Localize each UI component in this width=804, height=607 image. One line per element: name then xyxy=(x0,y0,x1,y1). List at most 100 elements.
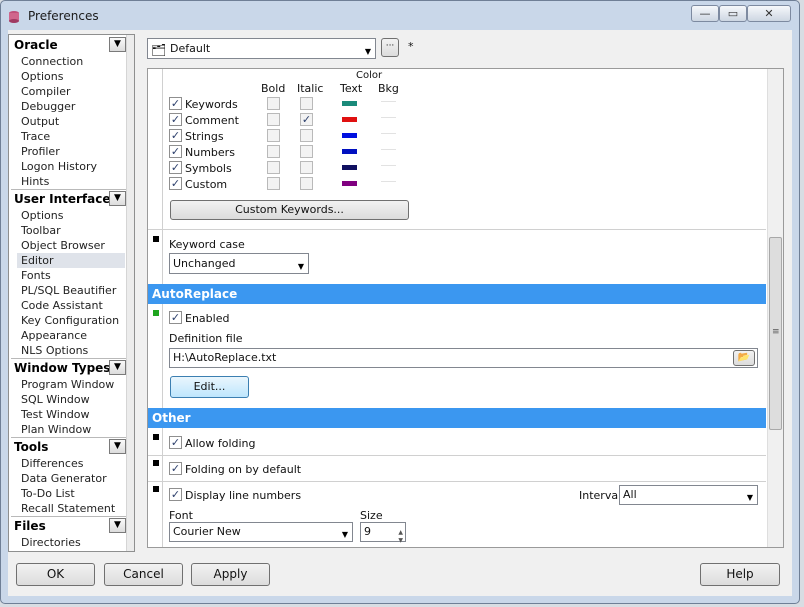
nav-item-output[interactable]: Output xyxy=(21,114,59,129)
nav-item-trace[interactable]: Trace xyxy=(21,129,50,144)
edit-button[interactable]: Edit... xyxy=(170,376,249,398)
collapse-icon[interactable]: ▼ xyxy=(109,191,126,206)
syntax-4-bold-checkbox[interactable] xyxy=(267,161,280,174)
nav-group-user-interface[interactable]: User Interface ▼ xyxy=(11,191,126,207)
syntax-1-bold-checkbox[interactable] xyxy=(267,113,280,126)
syntax-0-bkg-color-swatch[interactable] xyxy=(381,101,396,106)
nav-item-program-window[interactable]: Program Window xyxy=(21,377,114,392)
nav-item-plsql-beautifier[interactable]: PL/SQL Beautifier xyxy=(21,283,116,298)
syntax-0-bold-checkbox[interactable] xyxy=(267,97,280,110)
syntax-1-text-color-swatch[interactable] xyxy=(342,117,357,122)
font-select[interactable]: Courier New ▼ xyxy=(169,522,353,542)
minimize-button[interactable]: — xyxy=(691,5,719,22)
folder-open-icon[interactable]: 📂 xyxy=(733,350,755,366)
collapse-icon[interactable]: ▼ xyxy=(109,518,126,533)
syntax-3-text-color-swatch[interactable] xyxy=(342,149,357,154)
nav-item-hints[interactable]: Hints xyxy=(21,174,49,189)
nav-group-tools[interactable]: Tools ▼ xyxy=(11,439,126,455)
custom-keywords-button[interactable]: Custom Keywords... xyxy=(170,200,409,220)
keyword-case-label: Keyword case xyxy=(169,238,245,251)
cancel-button[interactable]: Cancel xyxy=(104,563,183,586)
syntax-5-bold-checkbox[interactable] xyxy=(267,177,280,190)
syntax-3-enabled-checkbox[interactable]: ✓ xyxy=(169,145,182,158)
nav-item-differences[interactable]: Differences xyxy=(21,456,83,471)
syntax-2-bkg-color-swatch[interactable] xyxy=(381,133,396,138)
nav-item-fonts[interactable]: Fonts xyxy=(21,268,51,283)
nav-group-window-types[interactable]: Window Types ▼ xyxy=(11,360,126,376)
apply-button[interactable]: Apply xyxy=(191,563,270,586)
nav-item-ui-options[interactable]: Options xyxy=(21,208,63,223)
syntax-4-enabled-checkbox[interactable]: ✓ xyxy=(169,161,182,174)
help-button[interactable]: Help xyxy=(700,563,780,586)
syntax-2-bold-checkbox[interactable] xyxy=(267,129,280,142)
size-stepper[interactable]: 9 ▲ ▼ xyxy=(360,522,406,544)
close-button[interactable]: ✕ xyxy=(747,5,791,22)
nav-item-compiler[interactable]: Compiler xyxy=(21,84,71,99)
syntax-1-italic-checkbox[interactable]: ✓ xyxy=(300,113,313,126)
syntax-2-enabled-checkbox[interactable]: ✓ xyxy=(169,129,182,142)
syntax-5-italic-checkbox[interactable] xyxy=(300,177,313,190)
nav-item-appearance[interactable]: Appearance xyxy=(21,328,87,343)
nav-item-key-configuration[interactable]: Key Configuration xyxy=(21,313,119,328)
maximize-button[interactable]: ▭ xyxy=(719,5,747,22)
nav-item-todo-list[interactable]: To-Do List xyxy=(21,486,75,501)
folding-default-checkbox[interactable]: ✓ xyxy=(169,462,182,475)
syntax-0-text-color-swatch[interactable] xyxy=(342,101,357,106)
profile-value: Default xyxy=(170,42,211,55)
collapse-icon[interactable]: ▼ xyxy=(109,360,126,375)
syntax-0-italic-checkbox[interactable] xyxy=(300,97,313,110)
syntax-5-text-color-swatch[interactable] xyxy=(342,181,357,186)
syntax-5-bkg-color-swatch[interactable] xyxy=(381,181,396,186)
nav-item-object-browser[interactable]: Object Browser xyxy=(21,238,105,253)
autoreplace-enabled-checkbox[interactable]: ✓ xyxy=(169,311,182,324)
syntax-2-italic-checkbox[interactable] xyxy=(300,129,313,142)
interval-label: Interval xyxy=(579,489,622,502)
nav-item-code-assistant[interactable]: Code Assistant xyxy=(21,298,103,313)
collapse-icon[interactable]: ▼ xyxy=(109,37,126,52)
ok-button[interactable]: OK xyxy=(16,563,95,586)
profile-select[interactable]: 🗂 Default ▼ xyxy=(147,38,376,59)
nav-item-nls-options[interactable]: NLS Options xyxy=(21,343,88,358)
nav-item-sql-window[interactable]: SQL Window xyxy=(21,392,90,407)
syntax-3-bkg-color-swatch[interactable] xyxy=(381,149,396,154)
syntax-5-enabled-checkbox[interactable]: ✓ xyxy=(169,177,182,190)
syntax-0-enabled-checkbox[interactable]: ✓ xyxy=(169,97,182,110)
syntax-3-bold-checkbox[interactable] xyxy=(267,145,280,158)
line-numbers-checkbox[interactable]: ✓ xyxy=(169,488,182,501)
interval-select[interactable]: All ▼ xyxy=(619,485,758,505)
allow-folding-checkbox[interactable]: ✓ xyxy=(169,436,182,449)
bullet-icon xyxy=(153,236,159,242)
syntax-3-italic-checkbox[interactable] xyxy=(300,145,313,158)
syntax-3-label: Numbers xyxy=(185,146,235,159)
nav-item-logon-history[interactable]: Logon History xyxy=(21,159,97,174)
nav-group-oracle[interactable]: Oracle ▼ xyxy=(11,37,126,53)
nav-group-files[interactable]: Files ▼ xyxy=(11,518,126,534)
nav-item-directories[interactable]: Directories xyxy=(21,535,81,550)
nav-item-toolbar[interactable]: Toolbar xyxy=(21,223,61,238)
spin-down-icon[interactable]: ▼ xyxy=(398,532,403,550)
definition-file-input[interactable]: H:\AutoReplace.txt xyxy=(169,348,758,368)
profile-more-button[interactable]: ··· xyxy=(381,38,399,57)
nav-item-data-generator[interactable]: Data Generator xyxy=(21,471,107,486)
text-color-header: Text xyxy=(340,82,363,95)
nav-item-plan-window[interactable]: Plan Window xyxy=(21,422,91,437)
collapse-icon[interactable]: ▼ xyxy=(109,439,126,454)
nav-scrollbar[interactable] xyxy=(126,35,134,551)
nav-item-options[interactable]: Options xyxy=(21,69,63,84)
nav-item-profiler[interactable]: Profiler xyxy=(21,144,60,159)
database-icon xyxy=(9,11,19,23)
nav-item-recall-statement[interactable]: Recall Statement xyxy=(21,501,115,516)
category-list[interactable]: Oracle ▼ Connection Options Compiler Deb… xyxy=(8,34,135,552)
syntax-1-enabled-checkbox[interactable]: ✓ xyxy=(169,113,182,126)
syntax-4-label: Symbols xyxy=(185,162,232,175)
syntax-4-bkg-color-swatch[interactable] xyxy=(381,165,396,170)
syntax-1-bkg-color-swatch[interactable] xyxy=(381,117,396,122)
syntax-4-italic-checkbox[interactable] xyxy=(300,161,313,174)
nav-item-test-window[interactable]: Test Window xyxy=(21,407,90,422)
nav-item-connection[interactable]: Connection xyxy=(21,54,83,69)
keyword-case-select[interactable]: Unchanged ▼ xyxy=(169,253,309,274)
nav-item-editor[interactable]: Editor xyxy=(17,253,125,268)
syntax-4-text-color-swatch[interactable] xyxy=(342,165,357,170)
nav-item-debugger[interactable]: Debugger xyxy=(21,99,75,114)
syntax-2-text-color-swatch[interactable] xyxy=(342,133,357,138)
